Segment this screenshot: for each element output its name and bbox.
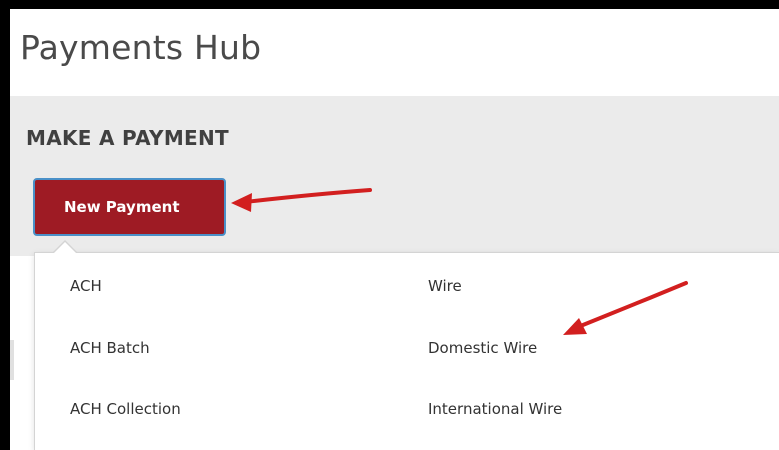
new-payment-button[interactable]: New Payment — [33, 178, 226, 236]
menu-item-ach-batch[interactable]: ACH Batch — [70, 339, 150, 357]
menu-item-ach[interactable]: ACH — [70, 277, 102, 295]
dropdown-caret-inner — [53, 242, 77, 254]
menu-item-international-wire[interactable]: International Wire — [428, 400, 562, 418]
page-title: Payments Hub — [20, 28, 262, 67]
menu-item-domestic-wire[interactable]: Domestic Wire — [428, 339, 537, 357]
left-edge-marker — [10, 340, 14, 380]
section-title: MAKE A PAYMENT — [26, 126, 229, 150]
menu-item-ach-collection[interactable]: ACH Collection — [70, 400, 181, 418]
menu-item-wire[interactable]: Wire — [428, 277, 462, 295]
